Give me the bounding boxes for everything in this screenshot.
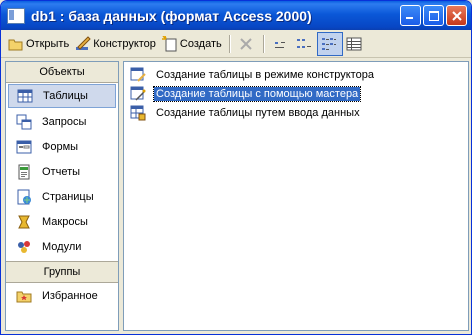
objects-header[interactable]: Объекты [6, 62, 118, 83]
sidebar-item-favorites[interactable]: Избранное [6, 283, 118, 308]
minimize-button[interactable] [400, 5, 421, 26]
window-title: db1 : база данных (формат Access 2000) [31, 7, 312, 24]
form-icon [16, 139, 32, 155]
list-item-create-data-entry[interactable]: Создание таблицы путем ввода данных [130, 104, 362, 121]
sidebar-item-modules[interactable]: Модули [6, 234, 118, 259]
delete-button[interactable] [235, 33, 259, 55]
details-view-icon [346, 36, 362, 52]
list-item-create-design[interactable]: Создание таблицы в режиме конструктора [130, 66, 376, 83]
list-item-label: Создание таблицы в режиме конструктора [156, 68, 374, 81]
toolbar-separator [228, 35, 231, 53]
database-window: db1 : база данных (формат Access 2000) О… [0, 0, 472, 335]
title-bar[interactable]: db1 : база данных (формат Access 2000) [1, 1, 471, 30]
table-design-icon [130, 67, 146, 83]
open-label: Открыть [26, 38, 70, 50]
small-icons-button[interactable] [293, 33, 317, 55]
list-item-label: Создание таблицы путем ввода данных [156, 106, 360, 119]
page-icon [16, 189, 32, 205]
designer-icon [75, 36, 91, 52]
maximize-button[interactable] [423, 5, 444, 26]
large-icons-icon [272, 36, 288, 52]
module-icon [16, 239, 32, 255]
maximize-icon [428, 10, 439, 21]
table-data-entry-icon [130, 105, 146, 121]
create-button[interactable]: Создать [159, 33, 225, 55]
sidebar-item-label: Отчеты [42, 165, 81, 178]
table-icon [17, 88, 33, 104]
query-icon [16, 114, 32, 130]
close-icon [451, 10, 462, 21]
open-icon [8, 36, 24, 52]
sidebar-item-pages[interactable]: Страницы [6, 184, 118, 209]
details-view-button[interactable] [343, 33, 367, 55]
objects-bar: Объекты Таблицы Запросы Формы Отчеты Стр… [5, 61, 119, 331]
sidebar-item-label: Страницы [42, 190, 94, 203]
groups-header[interactable]: Группы [6, 261, 118, 283]
table-wizard-icon [130, 86, 146, 102]
sidebar-item-queries[interactable]: Запросы [6, 109, 118, 134]
list-item-create-wizard[interactable]: Создание таблицы с помощью мастера [130, 85, 362, 102]
close-button[interactable] [446, 5, 467, 26]
sidebar-item-forms[interactable]: Формы [6, 134, 118, 159]
sidebar-item-macros[interactable]: Макросы [6, 209, 118, 234]
sidebar-item-label: Таблицы [43, 90, 88, 102]
designer-button[interactable]: Конструктор [72, 33, 159, 55]
sidebar-item-reports[interactable]: Отчеты [6, 159, 118, 184]
minimize-icon [406, 17, 413, 19]
designer-label: Конструктор [93, 38, 156, 50]
list-view-icon [321, 36, 337, 52]
report-icon [16, 164, 32, 180]
sidebar-item-label: Избранное [42, 289, 98, 302]
create-label: Создать [179, 38, 222, 50]
large-icons-button[interactable] [269, 33, 293, 55]
delete-icon [238, 36, 254, 52]
sidebar-item-label: Макросы [42, 215, 88, 228]
objects-list: Создание таблицы в режиме конструктора С… [123, 61, 469, 331]
sidebar-item-label: Запросы [42, 115, 87, 128]
list-item-label: Создание таблицы с помощью мастера [152, 85, 362, 102]
favorites-icon [16, 288, 32, 304]
toolbar-separator [262, 35, 265, 53]
sidebar-item-tables[interactable]: Таблицы [8, 84, 116, 108]
small-icons-icon [296, 36, 312, 52]
sidebar-item-label: Модули [42, 240, 82, 253]
database-icon [7, 7, 25, 24]
sidebar-item-label: Формы [42, 140, 79, 153]
macro-icon [16, 214, 32, 230]
open-button[interactable]: Открыть [5, 33, 72, 55]
list-view-button[interactable] [316, 32, 343, 56]
toolbar: Открыть Конструктор Создать [1, 31, 471, 58]
create-icon [161, 35, 178, 52]
